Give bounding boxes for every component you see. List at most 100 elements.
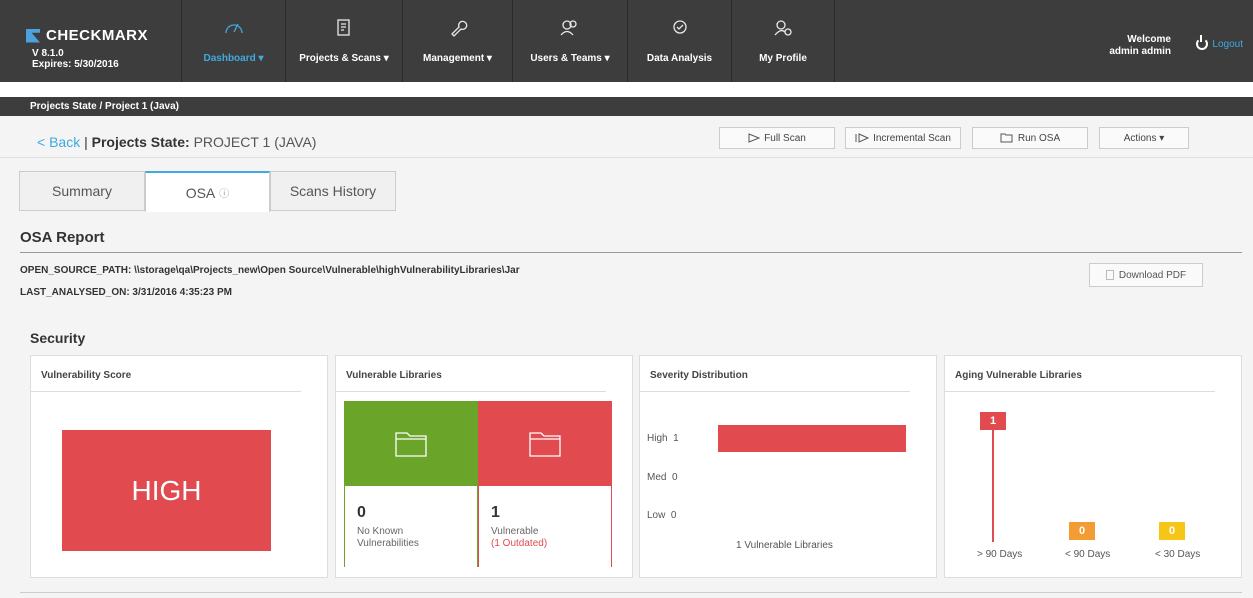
vulnerable-libraries-title: Vulnerable Libraries <box>346 370 442 381</box>
nav-dashboard-label: Dashboard ▾ <box>203 53 264 64</box>
incremental-scan-button[interactable]: Incremental Scan <box>845 127 961 149</box>
security-title: Security <box>30 330 86 346</box>
download-pdf-button[interactable]: Download PDF <box>1089 263 1203 287</box>
breadcrumb: Projects State / Project 1 (Java) <box>0 97 1253 116</box>
aging-bar-over-90[interactable]: 1 <box>980 412 1006 430</box>
severity-distribution-title: Severity Distribution <box>650 370 748 381</box>
file-icon <box>1105 270 1114 280</box>
download-pdf-label: Download PDF <box>1118 269 1187 281</box>
nav-dashboard[interactable]: Dashboard ▾ <box>181 0 285 82</box>
bottom-divider <box>20 592 1242 593</box>
card-divider <box>336 391 606 392</box>
nav-data-analysis[interactable]: Data Analysis <box>627 0 731 82</box>
logout-link[interactable]: Logout <box>1196 35 1243 50</box>
vulnerable-libraries-card: Vulnerable Libraries 0 No Known Vulnerab… <box>335 355 633 578</box>
severity-med-label: Med <box>647 472 667 483</box>
aging-label-over-90: > 90 Days <box>977 549 1023 560</box>
brand-area: CHECKMARX V 8.1.0 Expires: 5/30/2016 <box>0 0 181 82</box>
nav-management[interactable]: Management ▾ <box>402 0 512 82</box>
power-icon <box>1196 35 1209 50</box>
report-title: OSA Report <box>20 229 105 246</box>
severity-low-label: Low <box>647 510 666 521</box>
project-name: PROJECT 1 (JAVA) <box>193 134 317 150</box>
severity-high-label: High <box>647 433 668 444</box>
severity-footer: 1 Vulnerable Libraries <box>736 540 833 551</box>
severity-med-row: Med 0 <box>647 472 678 483</box>
nav-my-profile[interactable]: My Profile <box>731 0 835 82</box>
actions-dropdown[interactable]: Actions ▾ <box>1099 127 1189 149</box>
severity-high-bar[interactable] <box>718 425 906 452</box>
severity-high-row: High 1 <box>647 433 679 444</box>
outdated-label: (1 Outdated) <box>491 538 548 549</box>
welcome-label: Welcome <box>1127 34 1171 45</box>
no-known-tile-header <box>345 402 477 486</box>
folder-icon <box>395 432 427 457</box>
actions-label: Actions ▾ <box>1123 132 1165 144</box>
tab-osa[interactable]: OSA ⓘ <box>145 171 270 212</box>
play-icon <box>748 133 761 143</box>
vulnerable-tile-header <box>479 402 611 486</box>
report-divider <box>20 252 1242 253</box>
tab-summary-label: Summary <box>52 183 112 199</box>
severity-distribution-card: Severity Distribution High 1 Med 0 Low 0… <box>639 355 937 578</box>
info-icon: ⓘ <box>219 189 230 200</box>
title-label: Projects State: <box>91 134 190 150</box>
folder-open-icon <box>1000 133 1013 143</box>
no-known-tile-body: 0 No Known Vulnerabilities <box>345 486 477 568</box>
checkmarx-logo[interactable]: CHECKMARX <box>26 27 148 44</box>
aging-libraries-card: Aging Vulnerable Libraries 1 > 90 Days 0… <box>944 355 1242 578</box>
logo-mark-icon <box>26 28 40 43</box>
nav-my-profile-label: My Profile <box>759 53 807 64</box>
no-known-label: No Known Vulnerabilities <box>357 526 419 549</box>
brand-name: CHECKMARX <box>46 27 148 44</box>
expires-label: Expires: 5/30/2016 <box>32 59 119 70</box>
vulnerable-label: Vulnerable <box>491 526 539 537</box>
aging-libraries-title: Aging Vulnerable Libraries <box>955 370 1082 381</box>
severity-low-row: Low 0 <box>647 510 676 521</box>
severity-med-count: 0 <box>672 472 678 483</box>
wrench-icon <box>450 20 467 37</box>
folder-icon <box>529 432 561 457</box>
back-link[interactable]: < Back <box>37 134 80 150</box>
score-badge: HIGH <box>62 430 271 551</box>
user-name: admin admin <box>1109 46 1171 57</box>
no-known-vulnerabilities-tile[interactable]: 0 No Known Vulnerabilities <box>344 401 478 568</box>
card-divider <box>945 391 1215 392</box>
top-navigation: CHECKMARX V 8.1.0 Expires: 5/30/2016 Das… <box>0 0 1253 82</box>
severity-high-count: 1 <box>673 433 679 444</box>
vulnerable-tile-body: 1 Vulnerable (1 Outdated) <box>479 486 611 568</box>
welcome-user: Welcome admin admin <box>1109 34 1171 58</box>
profile-icon <box>774 20 792 36</box>
aging-stem-over-90 <box>992 430 994 542</box>
title-separator: | <box>84 134 88 150</box>
severity-low-count: 0 <box>670 510 677 521</box>
tab-summary[interactable]: Summary <box>19 171 145 211</box>
open-source-path: OPEN_SOURCE_PATH: \\storage\qa\Projects_… <box>20 265 520 276</box>
projects-icon <box>337 19 350 36</box>
dashboard-icon <box>224 23 243 34</box>
nav-projects-label: Projects & Scans ▾ <box>299 53 389 64</box>
run-osa-label: Run OSA <box>1017 132 1061 144</box>
version-info: V 8.1.0 Expires: 5/30/2016 <box>32 48 119 70</box>
tab-scans-history-label: Scans History <box>289 183 377 199</box>
incremental-scan-label: Incremental Scan <box>873 132 951 144</box>
full-scan-button[interactable]: Full Scan <box>719 127 835 149</box>
nav-users-label: Users & Teams ▾ <box>530 53 610 64</box>
aging-bar-under-90[interactable]: 0 <box>1069 522 1095 540</box>
logout-label: Logout <box>1212 38 1243 50</box>
page-title: < Back | Projects State: PROJECT 1 (JAVA… <box>37 134 316 150</box>
incremental-play-icon <box>855 133 870 143</box>
nav-users-teams[interactable]: Users & Teams ▾ <box>512 0 627 82</box>
users-icon <box>560 20 577 36</box>
nav-management-label: Management ▾ <box>423 53 492 64</box>
run-osa-button[interactable]: Run OSA <box>972 127 1088 149</box>
vulnerable-tile[interactable]: 1 Vulnerable (1 Outdated) <box>478 401 612 568</box>
analysis-icon <box>672 20 687 34</box>
tab-scans-history[interactable]: Scans History <box>270 171 396 211</box>
card-divider <box>31 391 301 392</box>
card-divider <box>640 391 910 392</box>
aging-bar-under-30[interactable]: 0 <box>1159 522 1185 540</box>
nav-projects-scans[interactable]: Projects & Scans ▾ <box>285 0 402 82</box>
vulnerability-score-title: Vulnerability Score <box>41 370 132 381</box>
aging-label-under-30: < 30 Days <box>1155 549 1201 560</box>
